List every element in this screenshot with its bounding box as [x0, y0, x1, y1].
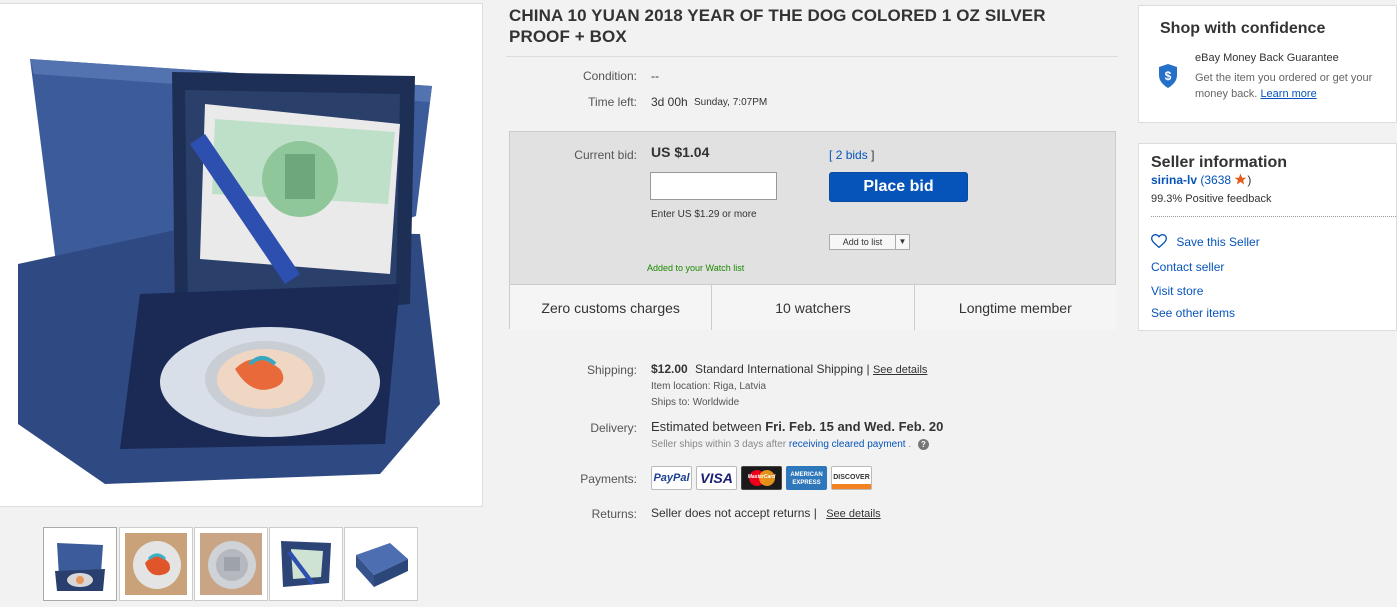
thumbnail-1[interactable] [43, 527, 117, 601]
delivery-note: Seller ships within 3 days after receivi… [651, 439, 929, 450]
add-to-list-button[interactable]: Add to list ▼ [829, 234, 910, 250]
ships-to: Ships to: Worldwide [651, 397, 740, 408]
help-icon[interactable]: ? [917, 439, 929, 450]
mastercard-text: MasterCard [747, 474, 776, 480]
bracket-close: ] [871, 148, 875, 162]
learn-more-link[interactable]: Learn more [1260, 88, 1316, 100]
thumbnail-5[interactable] [344, 527, 418, 601]
score-close: ) [1247, 173, 1252, 187]
visa-icon: VISA [696, 466, 737, 490]
place-bid-button[interactable]: Place bid [829, 172, 968, 202]
shield-icon: $ [1159, 64, 1177, 88]
shop-confidence-card: Shop with confidence $ eBay Money Back G… [1138, 5, 1397, 123]
paypal-text: PayPal [653, 472, 690, 484]
add-to-list-label: Add to list [830, 235, 896, 249]
thumbnail-image [275, 533, 337, 595]
delivery-note-suffix: . [908, 439, 912, 450]
thumbnail-image [200, 533, 262, 595]
current-bid-value: US $1.04 [651, 144, 710, 160]
paypal-icon: PayPal [651, 466, 692, 490]
save-seller-label: Save this Seller [1176, 235, 1260, 249]
thumbnail-2[interactable] [119, 527, 193, 601]
mastercard-icon: MasterCard [741, 466, 782, 490]
confidence-heading: Shop with confidence [1160, 20, 1326, 37]
chevron-down-icon[interactable]: ▼ [896, 235, 909, 249]
seller-heading: Seller information [1151, 154, 1288, 171]
returns-line: Seller does not accept returns | See det… [651, 506, 881, 520]
shipping-see-details-link[interactable]: See details [873, 364, 927, 376]
shipping-price: $12.00 [651, 362, 688, 376]
divider [1151, 216, 1397, 217]
condition-value: -- [651, 69, 659, 83]
returns-value: Seller does not accept returns | [651, 506, 817, 520]
seller-info-card: Seller information sirina-lv (3638 ) 99.… [1138, 143, 1397, 331]
feature-customs: Zero customs charges [510, 285, 713, 330]
visit-store-link[interactable]: Visit store [1151, 284, 1203, 298]
positive-feedback: 99.3% Positive feedback [1151, 193, 1272, 205]
time-left-label: Time left: [588, 95, 637, 109]
condition-label: Condition: [582, 69, 637, 83]
shipping-label: Shipping: [586, 363, 637, 377]
feature-watchers: 10 watchers [712, 285, 915, 330]
shipping-method: Standard International Shipping | [695, 362, 870, 376]
watch-message: Added to your Watch list [647, 263, 745, 273]
shipping-line: $12.00 Standard International Shipping |… [651, 362, 927, 376]
returns-see-details-link[interactable]: See details [826, 508, 880, 520]
seller-name-link[interactable]: sirina-lv [1151, 173, 1197, 187]
guarantee-title: eBay Money Back Guarantee [1195, 52, 1339, 64]
listing-title: CHINA 10 YUAN 2018 YEAR OF THE DOG COLOR… [509, 6, 1046, 46]
discover-text: DISCOVER [833, 474, 870, 481]
product-photo [0, 4, 482, 506]
heart-icon[interactable] [1150, 233, 1168, 249]
returns-label: Returns: [591, 507, 637, 521]
current-bid-label: Current bid: [574, 148, 637, 162]
discover-icon: DISCOVER [831, 466, 872, 490]
delivery-dates: Fri. Feb. 15 and Wed. Feb. 20 [765, 419, 944, 434]
other-items-link[interactable]: See other items [1151, 306, 1235, 320]
contact-seller-link[interactable]: Contact seller [1151, 260, 1224, 274]
feature-strip: Zero customs charges 10 watchers Longtim… [510, 284, 1116, 330]
thumbnail-image [49, 533, 111, 595]
feedback-score-link[interactable]: 3638 [1204, 173, 1231, 187]
delivery-estimate: Estimated between Fri. Feb. 15 and Wed. … [651, 419, 943, 434]
thumbnail-image [125, 533, 187, 595]
thumbnail-image [350, 533, 412, 595]
divider [506, 56, 1118, 57]
bracket-open: [ [829, 148, 833, 162]
svg-text:$: $ [1165, 69, 1172, 83]
amex-icon: AMERICAN EXPRESS [786, 466, 827, 490]
bid-count: [ 2 bids ] [829, 148, 874, 162]
cleared-payment-link[interactable]: receiving cleared payment [789, 439, 906, 450]
delivery-note-prefix: Seller ships within 3 days after [651, 439, 787, 450]
save-seller-link[interactable]: Save this Seller [1150, 233, 1260, 249]
star-icon [1235, 173, 1247, 185]
time-left-end: Sunday, 7:07PM [694, 97, 768, 108]
time-left-value: 3d 00h [651, 95, 688, 109]
main-product-image[interactable] [0, 3, 483, 507]
bids-link[interactable]: 2 bids [836, 148, 868, 162]
payments-label: Payments: [580, 472, 637, 486]
thumbnail-3[interactable] [194, 527, 268, 601]
delivery-label: Delivery: [590, 421, 637, 435]
bid-hint: Enter US $1.29 or more [651, 209, 757, 220]
bid-amount-input[interactable] [650, 172, 777, 200]
feature-longtime: Longtime member [958, 299, 1072, 316]
guarantee-text-block: Get the item you ordered or get your mon… [1195, 70, 1391, 102]
item-location: Item location: Riga, Latvia [651, 381, 767, 392]
seller-name-line: sirina-lv (3638 ) [1151, 173, 1251, 187]
delivery-prefix: Estimated between [651, 419, 762, 434]
thumbnail-4[interactable] [269, 527, 343, 601]
